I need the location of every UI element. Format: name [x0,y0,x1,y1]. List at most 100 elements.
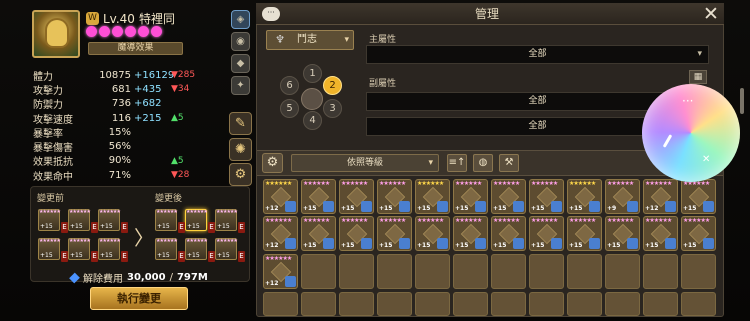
inventory-rune[interactable]: ★★★★★★ +15 [415,179,450,214]
sort-order-icon[interactable]: ≡↑ [447,154,467,172]
main-stat-label: 主屬性 [369,35,397,45]
equipped-monster-icon [437,238,448,249]
inventory-rune[interactable]: ★★★★★★ +15 [529,216,564,251]
before-rune-1[interactable]: ★★★★★★ +15 [38,209,61,231]
magic-effect-button[interactable]: 魔導效果 [88,42,183,55]
rune-set-dropdown[interactable]: ♆ 鬥志 ▾ [266,30,354,50]
inventory-rune[interactable]: ★★★★★★ +15 [605,216,640,251]
equipped-monster-icon [627,201,638,212]
equipped-monster-icon [361,238,372,249]
before-rune-4[interactable]: ★★★★★★ +15 [38,238,61,260]
inventory-empty-slot [453,254,488,289]
equipped-monster-icon [589,238,600,249]
execute-change-button[interactable]: 執行變更 [90,287,188,310]
misc-tab-icon[interactable]: ✦ [231,76,250,95]
inventory-rune[interactable]: ★★★★★★ +15 [681,179,716,214]
inventory-empty-slot [377,292,412,316]
inventory-rune[interactable]: ★★★★★★ +15 [339,179,374,214]
inventory-rune[interactable]: ★★★★★★ +15 [491,216,526,251]
inventory-rune[interactable]: ★★★★★★ +15 [301,216,336,251]
slot-1[interactable]: 1 [303,64,322,83]
grid-view-icon[interactable]: ▦ [689,70,707,84]
equipped-monster-icon [475,201,486,212]
element-icon: W [86,12,99,25]
artifact-tab-icon[interactable]: ◉ [231,32,250,51]
star-icon [125,26,136,37]
after-rune-5[interactable]: ★★★★★★ +15 [185,238,208,260]
hammer-icon[interactable]: ⚒ [499,154,519,172]
enchant-tag: E [178,222,185,233]
inventory-rune[interactable]: ★★★★★★ +15 [377,216,412,251]
rune-tab-icon[interactable]: ◈ [231,10,250,29]
before-rune-5[interactable]: ★★★★★★ +15 [68,238,91,260]
after-rune-4[interactable]: ★★★★★★ +15 [155,238,178,260]
inventory-rune[interactable]: ★★★★★★ +12 [263,254,298,289]
after-rune-1[interactable]: ★★★★★★ +15 [155,209,178,231]
bag-icon[interactable]: ◍ [473,154,493,172]
inventory-rune[interactable]: ★★★★★★ +12 [643,179,678,214]
rune-level: +15 [645,242,659,249]
gear-settings-icon[interactable]: ✺ [229,138,252,161]
inventory-empty-slot [605,254,640,289]
sort-value: 依照等級 [346,158,383,168]
skill-tab-icon[interactable]: ◆ [231,54,250,73]
star-icon [138,26,149,37]
floating-assist-bubble[interactable]: ··· ✕ [642,84,740,182]
inventory-rune[interactable]: ★★★★★★ +15 [453,216,488,251]
rune-stars-icon: ★★★★★★ [607,217,634,224]
equipped-monster-icon [399,201,410,212]
hero-name: 特裡同 [138,12,175,26]
inventory-rune[interactable]: ★★★★★★ +15 [567,179,602,214]
inventory-rune[interactable]: ★★★★★★ +15 [567,216,602,251]
slot-6[interactable]: 6 [280,76,299,95]
chat-icon[interactable]: ··· [262,7,280,21]
rune-stars-icon: ★★★★★★ [683,217,710,224]
close-icon[interactable]: ✕ [700,3,722,25]
after-rune-6[interactable]: ★★★★★★ +15 [215,238,238,260]
inventory-rune[interactable]: ★★★★★★ +15 [529,179,564,214]
inventory-empty-slot [605,292,640,316]
rune-stars-icon: ★★★★★★ [265,255,292,262]
rune-stars-icon: ★★★★★★ [569,180,596,187]
inventory-rune[interactable]: ★★★★★★ +15 [301,179,336,214]
inventory-rune[interactable]: ★★★★★★ +12 [263,179,298,214]
before-rune-6[interactable]: ★★★★★★ +15 [98,238,121,260]
slot-4[interactable]: 4 [303,111,322,130]
inventory-empty-slot [681,254,716,289]
rune-level: +15 [455,205,469,212]
inventory-rune[interactable]: ★★★★★★ +15 [681,216,716,251]
scrollbar[interactable] [740,88,744,114]
rune-optimize-icon[interactable]: ⚙ [229,163,252,186]
edit-pen-icon[interactable]: ✎ [229,112,252,135]
inventory-rune[interactable]: ★★★★★★ +15 [377,179,412,214]
inventory-rune[interactable]: ★★★★★★ +15 [339,216,374,251]
enchant-tag: E [178,251,185,262]
rune-stars-icon: ★★★★★★ [417,180,444,187]
hero-portrait[interactable] [32,10,80,58]
inventory-rune[interactable]: ★★★★★★ +9 [605,179,640,214]
after-rune-3[interactable]: ★★★★★★ +15 [215,209,238,231]
slot-2[interactable]: 2 [323,76,342,95]
pen-icon [662,134,673,148]
main-stat-dropdown[interactable]: 全部 ▾ [366,45,709,64]
inventory-empty-slot [529,292,564,316]
slot-3[interactable]: 3 [323,99,342,118]
gear-icon[interactable]: ⚙ [262,153,283,173]
enchant-tag: E [208,222,215,233]
before-rune-2[interactable]: ★★★★★★ +15 [68,209,91,231]
inventory-rune[interactable]: ★★★★★★ +15 [453,179,488,214]
stat-base: 71% [108,169,131,181]
stat-row-atk: 攻擊力 681+435 34 [33,82,223,97]
inventory-rune[interactable]: ★★★★★★ +15 [415,216,450,251]
inventory-rune[interactable]: ★★★★★★ +15 [491,179,526,214]
arrow-right-icon: 〉 [134,226,154,250]
sub-stat-label: 副屬性 [369,79,397,89]
after-rune-2[interactable]: ★★★★★★ +15 [185,209,208,231]
stat-row-hp: 體力 10875+16129285 [33,68,223,83]
stat-base: 736 [111,98,131,110]
before-rune-3[interactable]: ★★★★★★ +15 [98,209,121,231]
sort-dropdown[interactable]: 依照等級 ▾ [291,154,439,172]
slot-5[interactable]: 5 [280,99,299,118]
inventory-rune[interactable]: ★★★★★★ +12 [263,216,298,251]
inventory-rune[interactable]: ★★★★★★ +15 [643,216,678,251]
